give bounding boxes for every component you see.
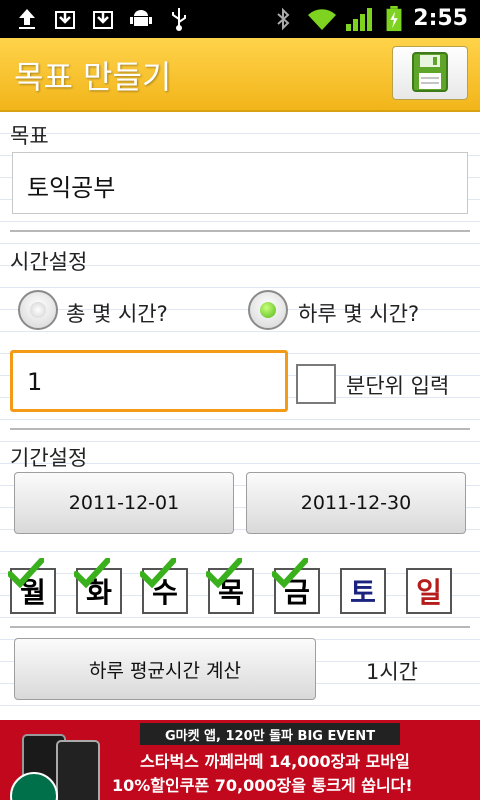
- radio-total-hours[interactable]: [18, 290, 58, 330]
- ad-text-line2: 10%할인쿠폰 70,000장을 통크게 쏩니다!: [112, 776, 413, 795]
- bluetooth-icon: [277, 7, 290, 31]
- day-toggle-monday[interactable]: 월: [8, 558, 56, 614]
- checkmark-icon: [206, 558, 242, 588]
- radio-total-hours-label: 총 몇 시간?: [66, 302, 168, 326]
- ad-banner[interactable]: G마켓 앱, 120만 돌파 BIG EVENT 스타벅스 까페라떼 14,00…: [0, 720, 480, 800]
- start-date-button[interactable]: 2011-12-01: [14, 472, 234, 534]
- end-date-button[interactable]: 2011-12-30: [246, 472, 466, 534]
- average-result: 1시간: [366, 660, 419, 684]
- day-toggle-friday[interactable]: 금: [272, 558, 320, 614]
- goal-input[interactable]: 토익공부: [12, 152, 468, 214]
- day-toggle-tuesday[interactable]: 화: [74, 558, 122, 614]
- hours-input-value: 1: [27, 368, 43, 396]
- title-bar: 목표 만들기: [0, 38, 480, 112]
- divider: [10, 230, 470, 232]
- hours-input[interactable]: 1: [10, 350, 288, 412]
- calculate-average-button[interactable]: 하루 평균시간 계산: [14, 638, 316, 700]
- day-toggle-saturday[interactable]: 토: [340, 568, 386, 614]
- calculate-average-label: 하루 평균시간 계산: [89, 659, 241, 682]
- floppy-disk-icon: [412, 52, 448, 92]
- upload-icon: [19, 9, 35, 29]
- time-setting-label: 시간설정: [10, 250, 88, 274]
- checkmark-icon: [8, 558, 44, 588]
- minute-unit-checkbox[interactable]: [296, 364, 336, 404]
- ad-headline: G마켓 앱, 120만 돌파 BIG EVENT: [140, 723, 400, 745]
- download-icon: [93, 11, 113, 29]
- ad-text-line1: 스타벅스 까페라떼 14,000장과 모바일: [140, 752, 410, 771]
- save-button[interactable]: [392, 46, 468, 100]
- goal-input-value: 토익공부: [27, 174, 116, 202]
- divider: [10, 428, 470, 430]
- radio-daily-hours[interactable]: [248, 290, 288, 330]
- checkmark-icon: [140, 558, 176, 588]
- end-date-value: 2011-12-30: [300, 492, 412, 514]
- wifi-icon: [308, 9, 336, 31]
- day-toggle-wednesday[interactable]: 수: [140, 558, 188, 614]
- download-icon: [55, 11, 75, 29]
- signal-icon: [346, 8, 372, 31]
- minute-unit-label: 분단위 입력: [346, 374, 450, 398]
- phone-image: [56, 740, 100, 800]
- day-label: 토: [350, 576, 376, 609]
- divider: [10, 626, 470, 628]
- clock: 2:55: [413, 6, 468, 31]
- goal-label: 목표: [10, 124, 49, 148]
- status-bar: 2:55: [0, 0, 480, 38]
- usb-icon: [172, 8, 186, 31]
- period-label: 기간설정: [10, 446, 88, 470]
- goal-form: 목표 토익공부 시간설정 총 몇 시간? 하루 몇 시간? 1 분단위 입력 기…: [0, 112, 480, 720]
- android-icon: [130, 10, 152, 26]
- start-date-value: 2011-12-01: [68, 492, 180, 514]
- day-toggle-thursday[interactable]: 목: [206, 558, 254, 614]
- page-title: 목표 만들기: [14, 58, 172, 96]
- day-toggle-sunday[interactable]: 일: [406, 568, 452, 614]
- battery-charging-icon: [386, 6, 402, 32]
- radio-daily-hours-label: 하루 몇 시간?: [298, 302, 420, 326]
- checkmark-icon: [272, 558, 308, 588]
- checkmark-icon: [74, 558, 110, 588]
- day-label: 일: [416, 576, 442, 609]
